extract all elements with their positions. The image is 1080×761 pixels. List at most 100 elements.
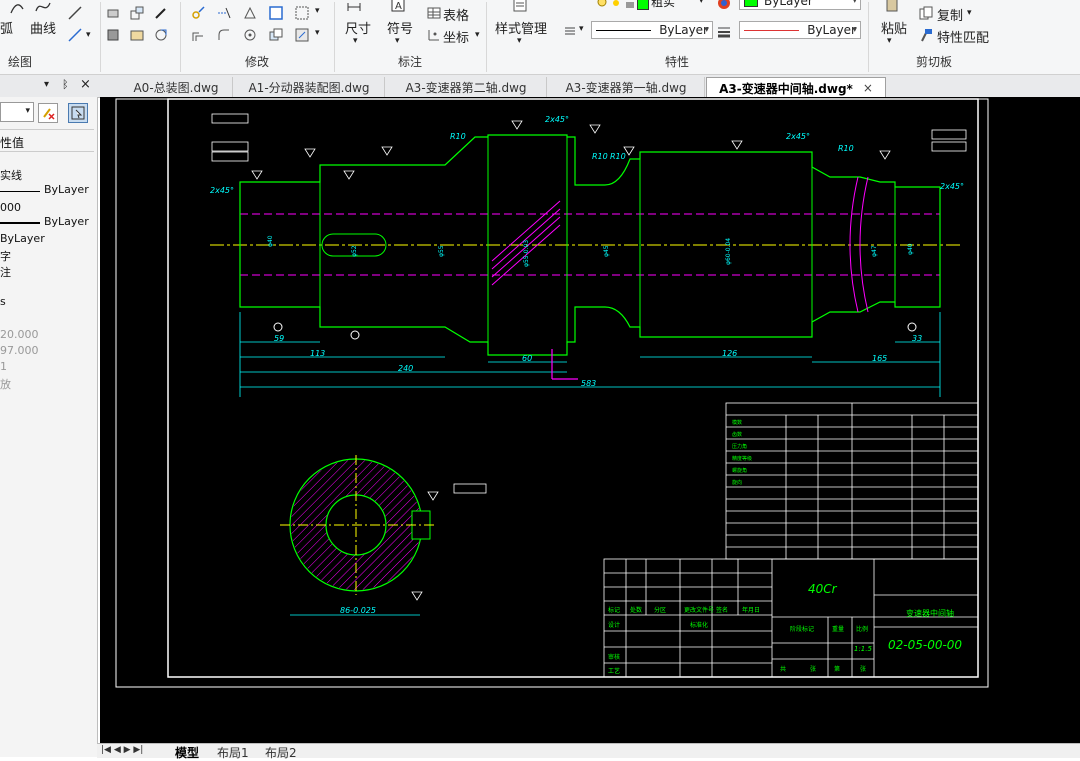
color-select[interactable]: ByLayer ▾: [739, 0, 861, 10]
close-icon[interactable]: ×: [863, 81, 873, 95]
lineweight-icon[interactable]: [715, 22, 733, 40]
color-select-value: ByLayer: [764, 0, 813, 8]
table-label[interactable]: 表格: [443, 5, 469, 24]
hatch-icon[interactable]: [293, 4, 311, 22]
style-manager-dropdown-arrow[interactable]: ▾: [517, 36, 522, 46]
stretch-icon[interactable]: [128, 26, 146, 44]
style-manager-label[interactable]: 样式管理: [495, 18, 547, 37]
panel-close-icon[interactable]: ×: [80, 77, 91, 92]
dimension-label[interactable]: 尺寸: [345, 18, 371, 37]
linetype-select[interactable]: ByLayer ▾: [591, 21, 713, 39]
arc-icon[interactable]: [8, 0, 26, 16]
modify-group-main: ▾ ▾ 修改: [181, 0, 333, 74]
fillet-icon[interactable]: [215, 26, 233, 44]
symbol-label[interactable]: 符号: [387, 18, 413, 37]
view-center-z: 1: [0, 360, 7, 373]
coordinate-label[interactable]: 坐标: [443, 27, 469, 46]
layer-color-swatch[interactable]: [637, 0, 649, 10]
svg-text:阶段标记: 阶段标记: [790, 625, 814, 633]
paste-icon[interactable]: [883, 0, 901, 14]
cad-drawing[interactable]: 59 113 240 60 583 126 165 33 2x45° 2x45°…: [100, 97, 1080, 743]
panel-pin-icon[interactable]: ᛒ: [62, 78, 69, 91]
transparency-bylayer[interactable]: ByLayer: [0, 232, 94, 248]
copy-dropdown-arrow[interactable]: ▾: [967, 8, 972, 18]
line-icon[interactable]: [66, 4, 84, 22]
table-icon[interactable]: [425, 4, 443, 22]
arc-label[interactable]: 弧: [0, 18, 13, 37]
match-properties-icon[interactable]: [917, 26, 935, 44]
radius-text: R10: [610, 152, 626, 161]
symbol-dropdown-arrow[interactable]: ▾: [395, 36, 400, 46]
layer-dropdown-arrow[interactable]: ▾: [699, 0, 704, 6]
extend-icon[interactable]: [215, 4, 233, 22]
lineweight-bylayer[interactable]: ByLayer: [44, 215, 94, 231]
paste-dropdown-arrow[interactable]: ▾: [887, 36, 892, 46]
offset-icon[interactable]: [189, 26, 207, 44]
trim-icon[interactable]: [152, 26, 170, 44]
modify-dropdown-arrow[interactable]: ▾: [315, 6, 320, 16]
material-text: 40Cr: [808, 582, 838, 596]
lineweight-select[interactable]: ByLayer ▾: [739, 21, 861, 39]
tab-a1-transfer-case[interactable]: A1-分动器装配图.dwg: [234, 77, 385, 97]
move-icon[interactable]: [189, 4, 207, 22]
tab-model[interactable]: 模型: [175, 744, 199, 761]
object-select-combo[interactable]: ▾: [0, 102, 34, 122]
list-dropdown-arrow[interactable]: ▾: [579, 24, 584, 34]
chevron-down-icon: ▾: [852, 0, 857, 6]
array-icon[interactable]: [104, 26, 122, 44]
pick-icon[interactable]: [152, 4, 170, 22]
quick-select-icon[interactable]: [38, 103, 58, 123]
linetype-value[interactable]: 实线: [0, 167, 94, 183]
tab-a3-second-shaft[interactable]: A3-变速器第二轴.dwg: [386, 77, 547, 97]
style-manager-icon[interactable]: [511, 0, 529, 14]
construction-line-icon[interactable]: [66, 26, 84, 44]
panel-divider: [0, 129, 94, 130]
color-wheel-icon[interactable]: [715, 0, 733, 12]
chevron-down-icon: ▾: [852, 25, 857, 35]
coordinate-icon[interactable]: [425, 26, 443, 44]
list-icon[interactable]: [561, 22, 579, 40]
svg-text:A: A: [395, 1, 402, 12]
eraser-icon[interactable]: [104, 4, 122, 22]
coordinate-dropdown-arrow[interactable]: ▾: [475, 30, 480, 40]
match-properties-label[interactable]: 特性匹配: [937, 27, 989, 46]
rectangle-select-icon[interactable]: [267, 4, 285, 22]
drawing-canvas[interactable]: 59 113 240 60 583 126 165 33 2x45° 2x45°…: [100, 97, 1080, 743]
copy-object-icon[interactable]: [267, 26, 285, 44]
tab-layout1[interactable]: 布局1: [217, 744, 249, 761]
mirror-icon[interactable]: [241, 4, 259, 22]
svg-text:第: 第: [834, 665, 840, 673]
symbol-icon[interactable]: A: [389, 0, 407, 14]
gear-parameter-table: [725, 402, 979, 560]
copy-icon[interactable]: [917, 4, 935, 22]
tab-layout2[interactable]: 布局2: [265, 744, 297, 761]
panel-menu-icon[interactable]: ▾: [44, 79, 49, 90]
tab-a3-first-shaft[interactable]: A3-变速器第一轴.dwg: [548, 77, 705, 97]
tab-a0-assembly[interactable]: A0-总装图.dwg: [120, 77, 233, 97]
linetype-bylayer[interactable]: ByLayer: [44, 183, 94, 199]
dimension-icon[interactable]: [345, 0, 363, 14]
dia-text: φ47: [871, 245, 878, 257]
paste-label[interactable]: 粘贴: [881, 18, 907, 37]
explode-icon[interactable]: [293, 26, 311, 44]
diameter-texts: φ40 φ52 φ55 φ45 φ55-0.03 φ60-0.04 φ47 φ4…: [267, 235, 914, 267]
rotate-icon[interactable]: [241, 26, 259, 44]
paper-border-outer: [115, 98, 989, 688]
tab-label: A0-总装图.dwg: [133, 80, 219, 95]
layout-nav-arrows[interactable]: |◀ ◀ ▶ ▶|: [101, 745, 143, 755]
layer-name[interactable]: 粗实: [651, 0, 675, 10]
select-objects-icon[interactable]: [68, 103, 88, 123]
annotation-scale[interactable]: 注: [0, 264, 94, 280]
svg-text:工艺: 工艺: [608, 667, 620, 675]
properties-group: 样式管理 ▾ 粗实 ▾ ByLayer ▾ ▾ ByLayer ▾ ByLaye…: [487, 0, 867, 74]
scale-icon[interactable]: [128, 4, 146, 22]
panel-header: 性值: [0, 136, 25, 150]
text-style[interactable]: 字: [0, 248, 94, 264]
modify-dropdown-arrow-2[interactable]: ▾: [315, 28, 320, 38]
draw-dropdown-arrow[interactable]: ▾: [86, 30, 91, 40]
copy-label[interactable]: 复制: [937, 5, 963, 24]
dimension-dropdown-arrow[interactable]: ▾: [353, 36, 358, 46]
curve-label[interactable]: 曲线: [30, 18, 56, 37]
tab-a3-intermediate-shaft[interactable]: A3-变速器中间轴.dwg* ×: [706, 77, 886, 98]
curve-icon[interactable]: [34, 0, 52, 16]
